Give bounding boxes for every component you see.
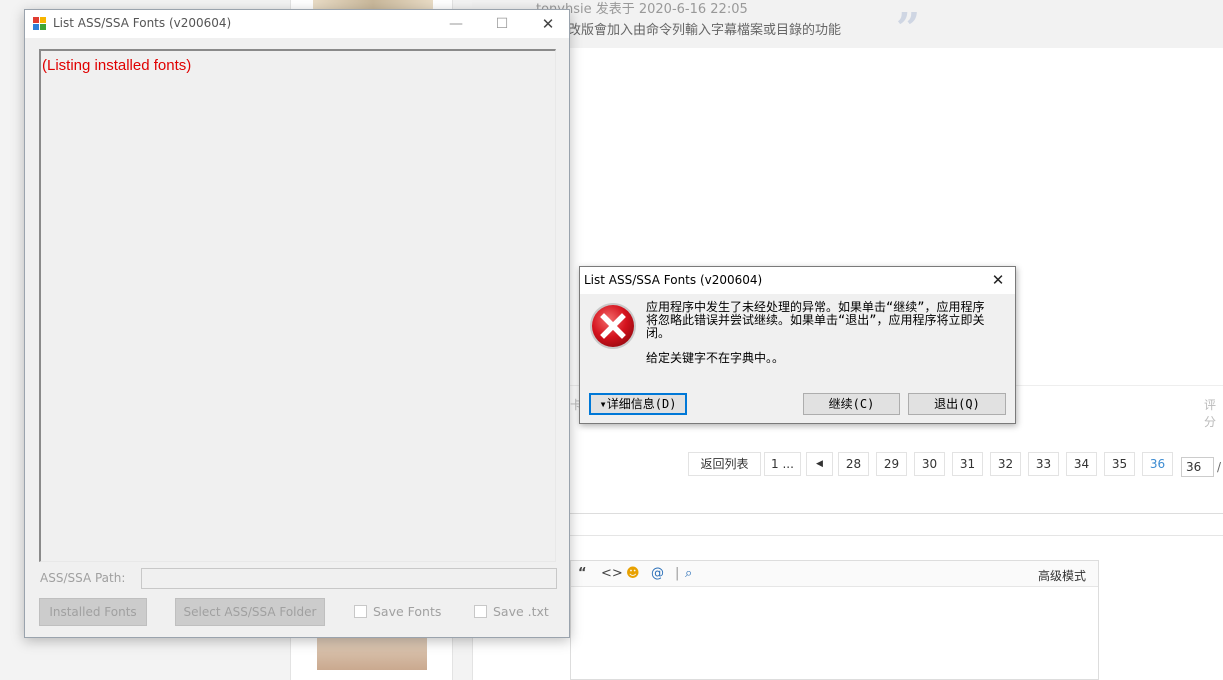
page-link[interactable]: 32 <box>990 452 1021 476</box>
code-icon[interactable]: <> <box>601 566 623 581</box>
divider <box>570 513 1223 514</box>
page-link[interactable]: 34 <box>1066 452 1097 476</box>
quote-icon[interactable]: “ <box>578 566 587 581</box>
error-message: 应用程序中发生了未经处理的异常。如果单击“继续”，应用程序将忽略此错误并尝试继续… <box>646 300 985 340</box>
error-dialog: List ASS/SSA Fonts (v200604) ✕ 应用程序中发生了未… <box>579 266 1016 424</box>
emoji-icon[interactable]: ☻ <box>626 566 640 581</box>
quote-mark-icon: ” <box>896 4 921 53</box>
page-link[interactable]: 33 <box>1028 452 1059 476</box>
details-button[interactable]: ▾详细信息(D) <box>589 393 687 415</box>
error-detail-message: 给定关键字不在字典中。。 <box>646 351 785 365</box>
page-total-separator: / <box>1217 460 1222 474</box>
page-first-link[interactable]: 1 ... <box>764 452 801 476</box>
attachment-icon[interactable]: ⌕ <box>685 566 692 581</box>
at-icon[interactable]: @ <box>651 566 664 581</box>
divider <box>570 535 1223 536</box>
page-link[interactable]: 29 <box>876 452 907 476</box>
app-icon[interactable] <box>33 17 47 31</box>
save-txt-checkbox[interactable] <box>474 605 487 618</box>
installed-fonts-button[interactable]: Installed Fonts <box>39 598 147 626</box>
reply-editor[interactable]: “ <> ☻ @ | ⌕ 高级模式 <box>570 560 1099 680</box>
page-link[interactable]: 30 <box>914 452 945 476</box>
page-link[interactable]: 35 <box>1104 452 1135 476</box>
select-folder-button[interactable]: Select ASS/SSA Folder <box>175 598 325 626</box>
quote-text: 改版會加入由命令列輸入字幕檔案或目錄的功能 <box>568 23 842 38</box>
path-field[interactable] <box>141 568 557 589</box>
page-link-current[interactable]: 36 <box>1142 452 1173 476</box>
title-bar[interactable]: List ASS/SSA Fonts (v200604) — ☐ ✕ <box>25 10 569 38</box>
page-link[interactable]: 31 <box>952 452 983 476</box>
back-to-list-button[interactable]: 返回列表 <box>688 452 761 476</box>
advanced-mode-link[interactable]: 高级模式 <box>1038 567 1086 584</box>
editor-toolbar: “ <> ☻ @ | ⌕ 高级模式 <box>571 561 1098 587</box>
page-link[interactable]: 28 <box>838 452 869 476</box>
minimize-icon[interactable]: — <box>433 10 479 38</box>
window-title: List ASS/SSA Fonts (v200604) <box>53 16 232 30</box>
list-status-text: (Listing installed fonts) <box>42 57 192 74</box>
rate-link[interactable]: 评分 <box>1204 396 1223 430</box>
prev-page-icon[interactable]: ◀ <box>806 452 833 476</box>
fonts-list[interactable]: (Listing installed fonts) <box>39 49 556 562</box>
dialog-title-bar[interactable]: List ASS/SSA Fonts (v200604) ✕ <box>580 267 1015 294</box>
maximize-icon[interactable]: ☐ <box>479 10 525 38</box>
close-icon[interactable]: ✕ <box>525 10 571 38</box>
toolbar-separator: | <box>675 566 680 581</box>
error-icon <box>590 303 636 349</box>
app-window: List ASS/SSA Fonts (v200604) — ☐ ✕ (List… <box>24 9 570 638</box>
page-jump-input[interactable]: 36 <box>1181 457 1214 477</box>
quit-button[interactable]: 退出(Q) <box>908 393 1006 415</box>
path-label: ASS/SSA Path: <box>40 571 126 585</box>
dialog-title: List ASS/SSA Fonts (v200604) <box>584 273 763 287</box>
save-fonts-checkbox[interactable] <box>354 605 367 618</box>
close-icon[interactable]: ✕ <box>985 269 1011 291</box>
continue-button[interactable]: 继续(C) <box>803 393 900 415</box>
save-fonts-label[interactable]: Save Fonts <box>373 604 441 619</box>
save-txt-label[interactable]: Save .txt <box>493 604 549 619</box>
